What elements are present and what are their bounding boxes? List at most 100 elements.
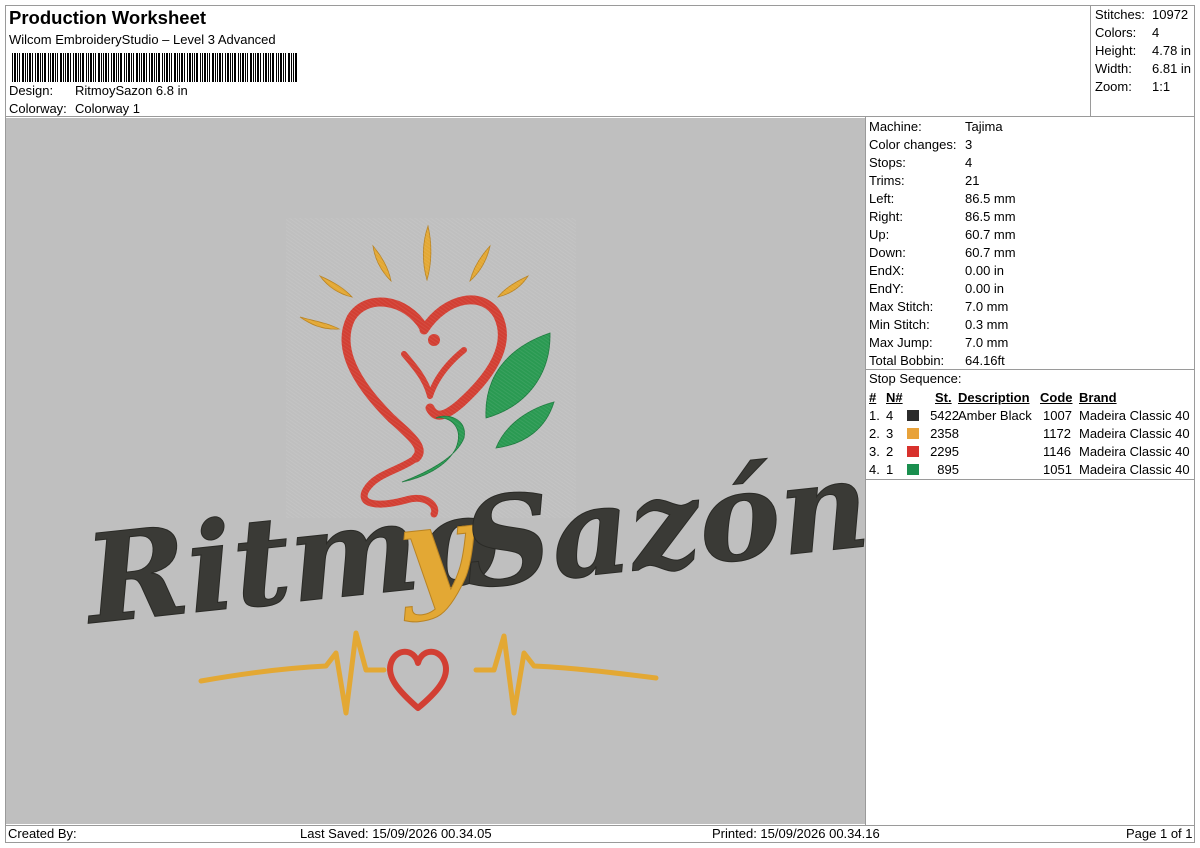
barcode-bar: [187, 53, 188, 82]
barcode-bar: [272, 53, 274, 82]
barcode-bar: [65, 53, 66, 82]
info-row: Min Stitch: 0.3 mm: [869, 316, 1189, 334]
barcode-bar: [32, 53, 33, 82]
barcode-bar: [268, 53, 269, 82]
row-needle: 2: [886, 444, 894, 459]
barcode-bar: [52, 53, 54, 82]
barcode-bar: [151, 53, 153, 82]
barcode-bar: [247, 53, 248, 82]
embroidery-design: Ritmo y Sazón: [75, 218, 865, 716]
barcode-bar: [42, 53, 43, 82]
row-description: Amber Black: [958, 408, 1032, 423]
barcode-bar: [209, 53, 210, 82]
stop-sequence-title: Stop Sequence:: [869, 371, 962, 386]
info-label: Max Jump:: [869, 335, 933, 350]
barcode-bar: [141, 53, 142, 82]
barcode-bar: [215, 53, 216, 82]
barcode-bar: [67, 53, 69, 82]
info-row: Machine: Tajima: [869, 118, 1189, 136]
barcode-bar: [17, 53, 18, 82]
barcode-bar: [48, 53, 49, 82]
barcode-bar: [133, 53, 134, 82]
barcode-bar: [118, 53, 119, 82]
software-name: Wilcom EmbroideryStudio – Level 3 Advanc…: [9, 32, 276, 47]
barcode-bar: [29, 53, 31, 82]
small-heart: [387, 648, 449, 711]
barcode: [12, 53, 297, 82]
barcode-bar: [93, 53, 94, 82]
barcode-bar: [230, 53, 231, 82]
barcode-bar: [169, 53, 170, 82]
barcode-bar: [22, 53, 24, 82]
info-value: 60.7 mm: [965, 227, 1016, 242]
row-code: 1172: [1043, 426, 1071, 441]
barcode-bar: [162, 53, 163, 82]
info-row: EndX: 0.00 in: [869, 262, 1189, 280]
barcode-bar: [128, 53, 130, 82]
info-row: Right: 86.5 mm: [869, 208, 1189, 226]
info-row: Down: 60.7 mm: [869, 244, 1189, 262]
barcode-bar: [250, 53, 252, 82]
info-row: Stops: 4: [869, 154, 1189, 172]
barcode-bar: [240, 53, 241, 82]
barcode-bar: [88, 53, 89, 82]
col-n-header: N#: [886, 390, 903, 405]
barcode-bar: [242, 53, 244, 82]
row-stitches: 2295: [930, 444, 959, 459]
barcode-bar: [136, 53, 138, 82]
info-value: Tajima: [965, 119, 1003, 134]
barcode-bar: [207, 53, 208, 82]
barcode-bar: [116, 53, 117, 82]
row-stitches: 5422: [930, 408, 959, 423]
barcode-bar: [101, 53, 102, 82]
barcode-bar: [280, 53, 282, 82]
info-row: Max Stitch: 7.0 mm: [869, 298, 1189, 316]
row-brand: Madeira Classic 40: [1079, 408, 1190, 423]
barcode-bar: [40, 53, 41, 82]
barcode-bar: [35, 53, 36, 82]
info-value: 7.0 mm: [965, 335, 1009, 350]
table-row: 4. 1 895 1051 Madeira Classic 40: [866, 461, 1195, 479]
info-row: Max Jump: 7.0 mm: [869, 334, 1189, 352]
barcode-bar: [105, 53, 107, 82]
barcode-bar: [126, 53, 127, 82]
created-by: Created By:: [8, 826, 77, 841]
barcode-bar: [295, 53, 297, 82]
worksheet-header: Production Worksheet Wilcom EmbroiderySt…: [6, 6, 1088, 116]
barcode-bar: [27, 53, 28, 82]
info-value: 21: [965, 173, 980, 188]
info-value: 7.0 mm: [965, 299, 1009, 314]
barcode-bar: [212, 53, 214, 82]
info-value: 0.00 in: [965, 281, 1005, 296]
header-divider: [1090, 5, 1091, 116]
barcode-bar: [95, 53, 96, 82]
barcode-bar: [139, 53, 140, 82]
barcode-bar: [166, 53, 168, 82]
barcode-bar: [164, 53, 165, 82]
table-row: 3. 2 2295 1146 Madeira Classic 40: [866, 443, 1195, 461]
table-header-row: # N# St. Description Code Brand: [866, 389, 1195, 407]
barcode-bar: [90, 53, 92, 82]
page-number: Page 1 of 1: [1126, 826, 1193, 841]
info-row: Trims: 21: [869, 172, 1189, 190]
summary-row: Stitches: 10972: [1095, 7, 1189, 22]
barcode-bar: [78, 53, 79, 82]
printed-date: Printed: 15/09/2026 00.34.16: [712, 826, 880, 841]
table-row: 1. 4 5422 Amber Black 1007 Madeira Classic 40: [866, 407, 1195, 425]
barcode-bar: [196, 53, 198, 82]
barcode-bar: [154, 53, 155, 82]
barcode-bar: [285, 53, 286, 82]
row-stitches: 2358: [930, 426, 959, 441]
info-label: Max Stitch:: [869, 299, 934, 314]
barcode-bar: [124, 53, 125, 82]
row-code: 1007: [1043, 408, 1072, 423]
barcode-bar: [181, 53, 183, 82]
barcode-bar: [80, 53, 81, 82]
design-label: Design:: [9, 83, 54, 98]
barcode-bar: [50, 53, 51, 82]
barcode-bar: [171, 53, 172, 82]
summary-row: Zoom: 1:1: [1095, 79, 1171, 94]
barcode-bar: [103, 53, 104, 82]
barcode-bar: [57, 53, 58, 82]
summary-panel: Stitches: 10972 Colors: 4 Height: 4.78 in W…: [1095, 6, 1195, 96]
